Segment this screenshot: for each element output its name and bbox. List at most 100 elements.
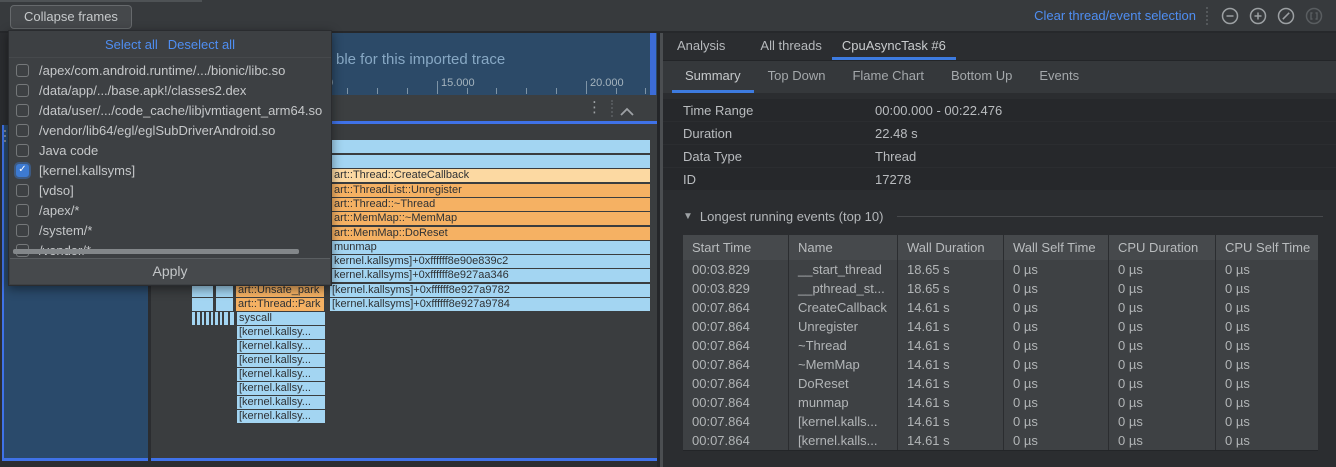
flame-bar[interactable]	[230, 312, 234, 325]
table-row[interactable]: 00:07.864[kernel.kalls...14.61 s0 µs0 µs…	[683, 412, 1318, 431]
column-header-wall-duration[interactable]: Wall Duration	[897, 235, 1003, 260]
checkbox-data-user-code-cache-libjvmtiagent-arm64-so[interactable]	[16, 104, 29, 117]
table-row[interactable]: 00:03.829__pthread_st...18.65 s0 µs0 µs0…	[683, 279, 1318, 298]
flame-bar[interactable]	[192, 312, 195, 325]
flame-bar[interactable]: kernel.kallsyms]+0xffffff8e90e839c2	[332, 255, 650, 268]
drag-handle-icon[interactable]	[3, 127, 7, 145]
filter-list-item[interactable]: /apex/*	[9, 200, 331, 220]
filter-list-item[interactable]: /vendor/lib64/egl/eglSubDriverAndroid.so	[9, 120, 331, 140]
checkbox-kernel-kallsyms[interactable]: ✓	[16, 164, 29, 177]
chevron-up-icon[interactable]	[619, 104, 635, 122]
table-cell: 00:07.864	[683, 317, 788, 336]
flame-bar[interactable]: art::MemMap::DoReset	[332, 227, 650, 240]
flame-bar[interactable]: [kernel.kallsy...	[237, 326, 325, 339]
subtab-events[interactable]: Events	[1026, 61, 1092, 93]
summary-label: Data Type	[683, 149, 875, 164]
filter-list-item[interactable]: ✓[kernel.kallsyms]	[9, 160, 331, 180]
checkbox-vendor-lib64-egl-eglsubdriverandroid-so[interactable]	[16, 124, 29, 137]
flame-bar[interactable]: art::Thread::Park	[236, 298, 324, 311]
tab-all-threads[interactable]: All threads	[750, 33, 831, 60]
tab-analysis[interactable]: Analysis	[667, 33, 735, 60]
table-row[interactable]: 00:07.864[kernel.kalls...14.61 s0 µs0 µs…	[683, 431, 1318, 450]
kebab-menu-icon[interactable]: ⋮	[587, 98, 602, 116]
ruler-tick-label: 15.000	[441, 77, 475, 89]
column-header-name[interactable]: Name	[788, 235, 897, 260]
flame-bar[interactable]: [kernel.kallsy...	[237, 410, 325, 423]
filter-item-label: /system/*	[39, 223, 92, 238]
table-row[interactable]: 00:07.864~Thread14.61 s0 µs0 µs0 µs	[683, 336, 1318, 355]
column-header-start-time[interactable]: Start Time	[683, 235, 788, 260]
flame-bar[interactable]	[224, 312, 228, 325]
checkbox-apex-com-android-runtime-bionic-libc-so[interactable]	[16, 64, 29, 77]
column-header-cpu-duration[interactable]: CPU Duration	[1108, 235, 1215, 260]
filter-list-item[interactable]: /data/user/.../code_cache/libjvmtiagent_…	[9, 100, 331, 120]
reset-zoom-icon[interactable]	[1276, 6, 1296, 26]
filter-list-item[interactable]: Java code	[9, 140, 331, 160]
flame-bar[interactable]: kernel.kallsyms]+0xffffff8e927aa346	[332, 269, 650, 282]
zoom-in-icon[interactable]	[1248, 6, 1268, 26]
checkbox-apex[interactable]	[16, 204, 29, 217]
flame-bar[interactable]	[202, 312, 204, 325]
table-row[interactable]: 00:03.829__start_thread18.65 s0 µs0 µs0 …	[683, 260, 1318, 279]
subtab-summary[interactable]: Summary	[672, 61, 754, 93]
table-row[interactable]: 00:07.864munmap14.61 s0 µs0 µs0 µs	[683, 393, 1318, 412]
filter-list: /apex/com.android.runtime/.../bionic/lib…	[9, 58, 331, 260]
flame-bar[interactable]: art::ThreadList::Unregister	[332, 184, 650, 197]
clear-thread-event-selection-link[interactable]: Clear thread/event selection	[1034, 8, 1196, 23]
filter-list-item[interactable]: /data/app/.../base.apk!/classes2.dex	[9, 80, 331, 100]
zoom-out-icon[interactable]	[1220, 6, 1240, 26]
flame-bar[interactable]: munmap	[332, 241, 650, 254]
select-all-link[interactable]: Select all	[105, 37, 158, 52]
flame-bar[interactable]	[206, 312, 209, 325]
subtab-flame-chart[interactable]: Flame Chart	[839, 61, 937, 93]
filter-list-item[interactable]: [vdso]	[9, 180, 331, 200]
filter-list-item[interactable]: /system/*	[9, 220, 331, 240]
summary-row: Data TypeThread	[663, 145, 1336, 167]
popup-hscrollbar-thumb[interactable]	[13, 249, 299, 254]
filter-list-item[interactable]: /apex/com.android.runtime/.../bionic/lib…	[9, 60, 331, 80]
section-title: Longest running events (top 10)	[700, 209, 884, 224]
flame-bar[interactable]: [kernel.kallsy...	[237, 354, 325, 367]
summary-value: 00:00.000 - 00:22.476	[875, 103, 1002, 118]
table-row[interactable]: 00:07.864Unregister14.61 s0 µs0 µs0 µs	[683, 317, 1318, 336]
flame-bar[interactable]	[332, 140, 650, 153]
flame-bar[interactable]	[192, 298, 213, 311]
subtab-bottom-up[interactable]: Bottom Up	[938, 61, 1025, 93]
flame-bar[interactable]: [kernel.kallsy...	[237, 382, 325, 395]
collapse-frames-button[interactable]: Collapse frames	[10, 5, 132, 29]
column-header-cpu-self-time[interactable]: CPU Self Time	[1215, 235, 1318, 260]
flame-bar[interactable]: [kernel.kallsy...	[237, 368, 325, 381]
subtab-top-down[interactable]: Top Down	[755, 61, 839, 93]
flame-bar[interactable]: syscall	[237, 312, 325, 325]
flame-bar[interactable]: art::Thread::CreateCallback	[332, 169, 650, 182]
flame-bar[interactable]: [kernel.kallsyms]+0xffffff8e927a9782	[330, 284, 650, 297]
table-cell: 0 µs	[1215, 260, 1318, 279]
flame-bar[interactable]	[211, 312, 213, 325]
flame-bar[interactable]	[332, 155, 650, 168]
longest-events-section-header[interactable]: ▼ Longest running events (top 10)	[683, 209, 1323, 224]
checkbox-system[interactable]	[16, 224, 29, 237]
flame-bar[interactable]: art::Thread::~Thread	[332, 198, 650, 211]
flame-bar[interactable]	[220, 312, 222, 325]
flame-bar[interactable]	[215, 312, 218, 325]
timeline-scrollbar-thumb[interactable]	[650, 33, 656, 95]
flame-bar[interactable]: art::MemMap::~MemMap	[332, 212, 650, 225]
tab-cpuasynctask-6[interactable]: CpuAsyncTask #6	[832, 33, 956, 60]
table-row[interactable]: 00:07.864DoReset14.61 s0 µs0 µs0 µs	[683, 374, 1318, 393]
flame-bar[interactable]	[197, 312, 200, 325]
apply-button[interactable]: Apply	[10, 258, 330, 284]
table-row[interactable]: 00:07.864CreateCallback14.61 s0 µs0 µs0 …	[683, 298, 1318, 317]
flame-bar[interactable]: [kernel.kallsy...	[237, 396, 325, 409]
summary-label: Duration	[683, 126, 875, 141]
ruler-tick	[347, 88, 348, 94]
flame-bar[interactable]: [kernel.kallsyms]+0xffffff8e927a9784	[330, 298, 650, 311]
table-cell: 18.65 s	[897, 279, 1003, 298]
checkbox-vdso[interactable]	[16, 184, 29, 197]
flame-bar[interactable]	[216, 298, 233, 311]
column-header-wall-self-time[interactable]: Wall Self Time	[1003, 235, 1108, 260]
checkbox-data-app-base-apk-classes2-dex[interactable]	[16, 84, 29, 97]
table-row[interactable]: 00:07.864~MemMap14.61 s0 µs0 µs0 µs	[683, 355, 1318, 374]
checkbox-java-code[interactable]	[16, 144, 29, 157]
deselect-all-link[interactable]: Deselect all	[168, 37, 235, 52]
flame-bar[interactable]: [kernel.kallsy...	[237, 340, 325, 353]
